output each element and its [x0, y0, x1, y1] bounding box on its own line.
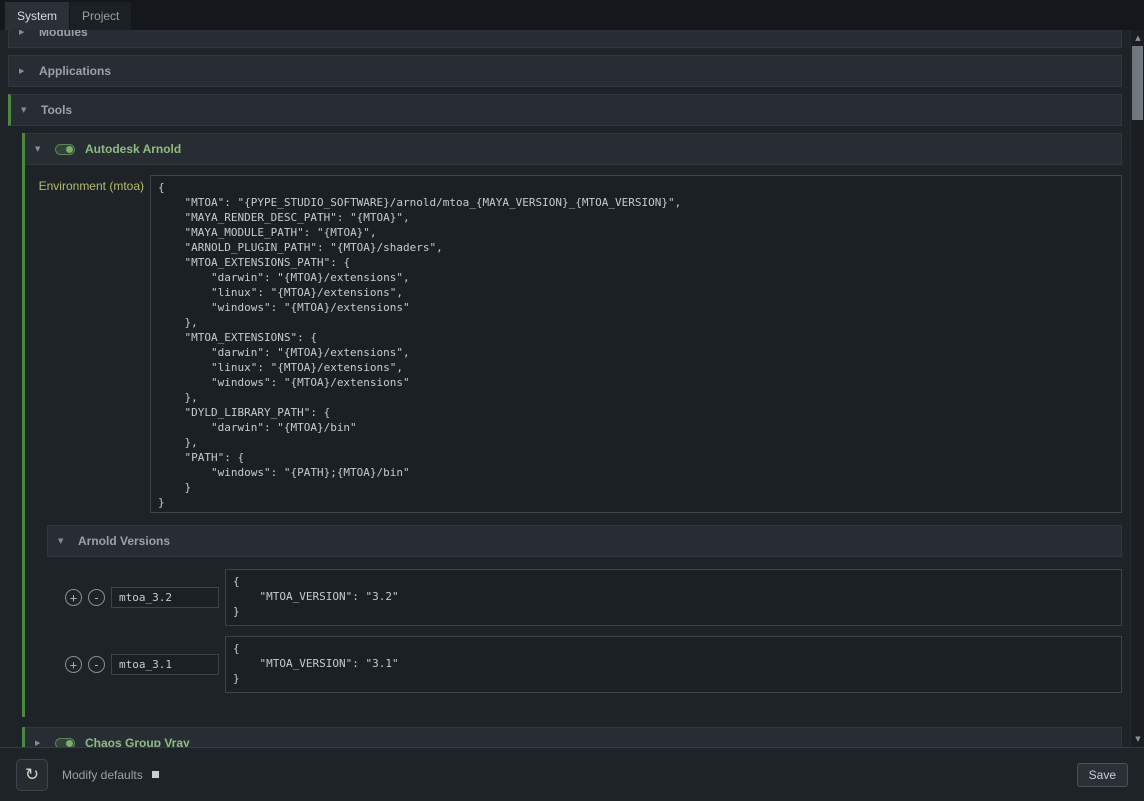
footer-bar: ↻ Modify defaults Save [0, 747, 1144, 801]
environment-json-textarea[interactable]: { "MTOA": "{PYPE_STUDIO_SOFTWARE}/arnold… [150, 175, 1122, 513]
arnold-body: Environment (mtoa) { "MTOA": "{PYPE_STUD… [25, 165, 1122, 717]
tabbar: System Project [0, 0, 1144, 30]
chevron-down-icon: ▼ [35, 145, 45, 153]
version-json-textarea[interactable]: { "MTOA_VERSION": "3.1" } [225, 636, 1122, 693]
environment-field-row: Environment (mtoa) { "MTOA": "{PYPE_STUD… [36, 175, 1122, 513]
arnold-versions-section: ▼ Arnold Versions + - { "MTOA_VERSION": … [47, 525, 1122, 693]
tab-system[interactable]: System [5, 2, 69, 30]
group-header-chaos-group-vray[interactable]: ▶ Chaos Group Vray [25, 727, 1122, 747]
vertical-scrollbar[interactable]: ▲ ▼ [1130, 30, 1144, 747]
arnold-enabled-toggle[interactable] [55, 144, 75, 155]
version-row: + - { "MTOA_VERSION": "3.1" } [47, 636, 1122, 693]
scroll-down-icon[interactable]: ▼ [1131, 732, 1144, 746]
version-name-input[interactable] [111, 654, 219, 675]
section-title-arnold-versions: Arnold Versions [78, 534, 170, 548]
section-title-applications: Applications [39, 64, 111, 78]
section-header-modules[interactable]: ▶ Modules [8, 30, 1122, 48]
refresh-icon: ↻ [25, 765, 39, 785]
section-title-tools: Tools [41, 103, 72, 117]
modify-defaults-control: Modify defaults [62, 768, 159, 782]
add-version-button[interactable]: + [65, 656, 82, 673]
modify-defaults-checkbox[interactable] [152, 771, 159, 778]
version-row: + - { "MTOA_VERSION": "3.2" } [47, 569, 1122, 626]
chevron-down-icon: ▼ [21, 106, 31, 114]
section-applications: ▶ Applications [8, 55, 1122, 87]
scroll-up-icon[interactable]: ▲ [1131, 31, 1144, 45]
remove-version-button[interactable]: - [88, 589, 105, 606]
version-json-textarea[interactable]: { "MTOA_VERSION": "3.2" } [225, 569, 1122, 626]
section-modules: ▶ Modules [8, 30, 1122, 48]
tab-project[interactable]: Project [70, 2, 131, 30]
scrollbar-thumb[interactable] [1132, 46, 1143, 120]
section-header-arnold-versions[interactable]: ▼ Arnold Versions [47, 525, 1122, 557]
chevron-right-icon: ▶ [19, 67, 29, 75]
remove-version-button[interactable]: - [88, 656, 105, 673]
chevron-right-icon: ▶ [35, 739, 45, 747]
modify-defaults-label: Modify defaults [62, 768, 143, 782]
section-header-applications[interactable]: ▶ Applications [8, 55, 1122, 87]
group-title-autodesk-arnold: Autodesk Arnold [85, 142, 181, 156]
group-title-chaos-group-vray: Chaos Group Vray [85, 736, 190, 747]
tools-body: ▼ Autodesk Arnold Environment (mtoa) { "… [8, 126, 1122, 747]
settings-window: System Project ▶ Modules ▶ Applications … [0, 0, 1144, 801]
group-chaos-group-vray: ▶ Chaos Group Vray [22, 727, 1122, 747]
vray-enabled-toggle[interactable] [55, 738, 75, 748]
add-version-button[interactable]: + [65, 589, 82, 606]
chevron-down-icon: ▼ [58, 537, 68, 545]
save-button[interactable]: Save [1077, 763, 1128, 787]
section-title-modules: Modules [39, 30, 88, 39]
section-header-tools[interactable]: ▼ Tools [8, 94, 1122, 126]
version-name-input[interactable] [111, 587, 219, 608]
settings-content: ▶ Modules ▶ Applications ▼ Tools ▼ [0, 30, 1144, 747]
group-header-autodesk-arnold[interactable]: ▼ Autodesk Arnold [25, 133, 1122, 165]
chevron-right-icon: ▶ [19, 30, 29, 36]
section-tools: ▼ Tools ▼ Autodesk Arnold Environment (m… [8, 94, 1122, 747]
environment-label: Environment (mtoa) [36, 175, 150, 193]
group-autodesk-arnold: ▼ Autodesk Arnold Environment (mtoa) { "… [22, 133, 1122, 717]
refresh-button[interactable]: ↻ [16, 759, 48, 791]
